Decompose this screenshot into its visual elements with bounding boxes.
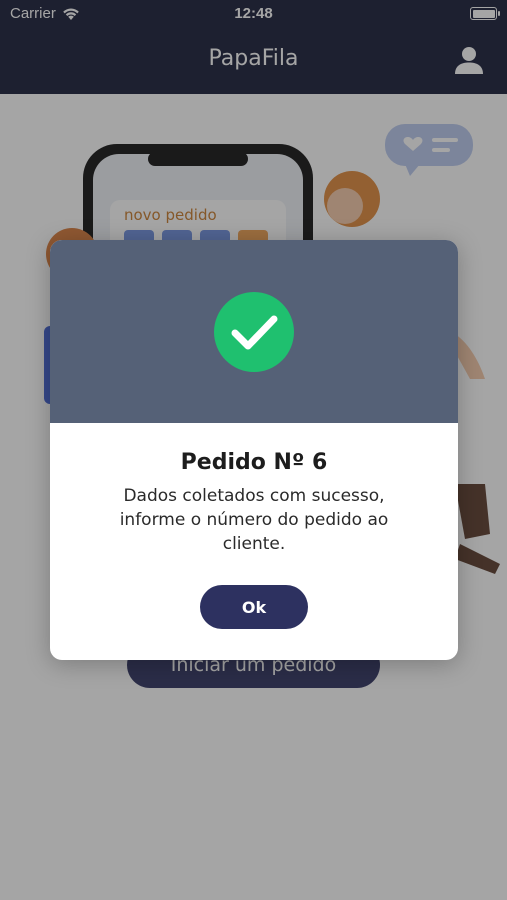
check-circle-icon [214,292,294,372]
order-number-title: Pedido Nº 6 [180,450,328,475]
dialog-header [50,240,458,423]
success-dialog: Pedido Nº 6 Dados coletados com sucesso,… [50,240,458,660]
dialog-message: Dados coletados com sucesso, informe o n… [119,486,389,554]
ok-button[interactable]: Ok [200,585,308,629]
